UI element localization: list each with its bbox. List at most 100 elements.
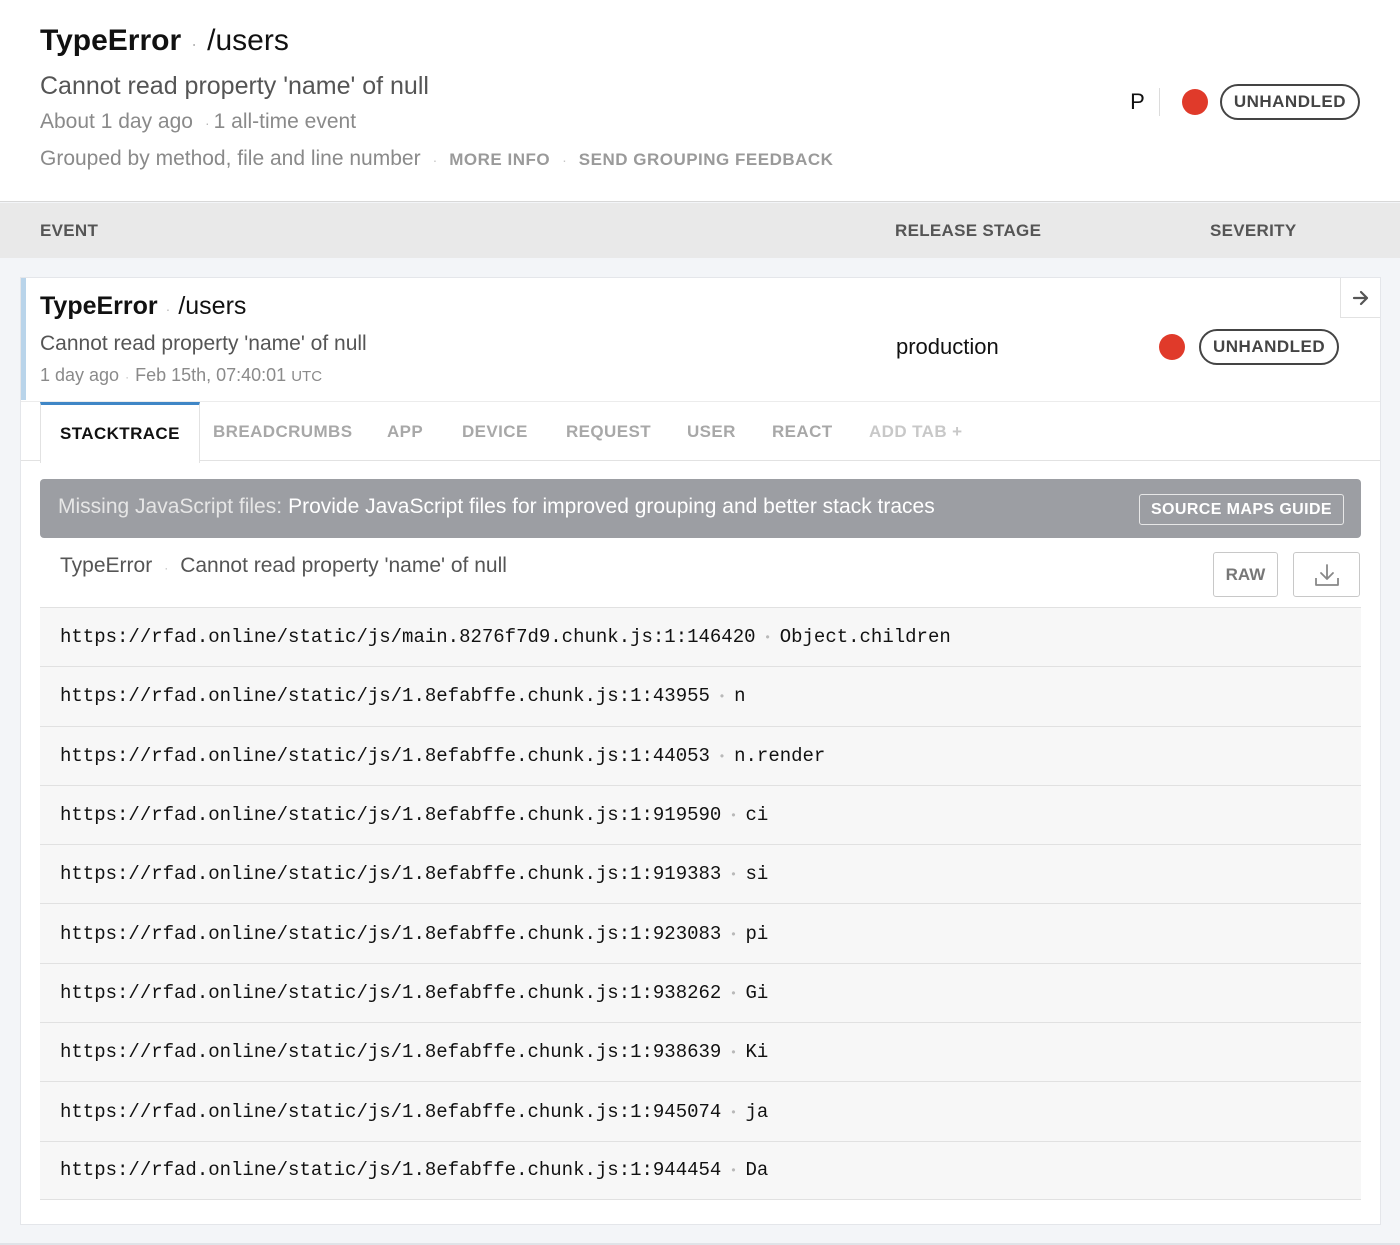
error-message: Cannot read property 'name' of null bbox=[40, 72, 429, 100]
frame-file: https://rfad.online/static/js/1.8efabffe… bbox=[60, 685, 710, 708]
stacktrace-message: Cannot read property 'name' of null bbox=[180, 554, 507, 577]
separator-dot: • bbox=[765, 630, 770, 645]
event-count: 1 all-time event bbox=[213, 110, 357, 133]
event-timestamp: Feb 15th, 07:40:01 bbox=[135, 365, 287, 385]
tab-user[interactable]: USER bbox=[687, 402, 736, 461]
selected-accent-bar bbox=[21, 278, 26, 400]
event-tabs: STACKTRACE BREADCRUMBS APP DEVICE REQUES… bbox=[21, 401, 1380, 463]
tab-breadcrumbs[interactable]: BREADCRUMBS bbox=[213, 402, 352, 461]
stack-frame[interactable]: https://rfad.online/static/js/1.8efabffe… bbox=[40, 844, 1361, 904]
download-icon bbox=[1314, 563, 1339, 586]
stack-frame[interactable]: https://rfad.online/static/js/main.8276f… bbox=[40, 607, 1361, 667]
stack-frames: https://rfad.online/static/js/main.8276f… bbox=[40, 607, 1361, 1200]
banner-heading: Missing JavaScript files: bbox=[58, 495, 283, 518]
stack-frame[interactable]: https://rfad.online/static/js/1.8efabffe… bbox=[40, 725, 1361, 785]
tab-stacktrace[interactable]: STACKTRACE bbox=[40, 402, 200, 463]
frame-file: https://rfad.online/static/js/1.8efabffe… bbox=[60, 922, 722, 945]
priority-indicator[interactable]: P bbox=[1130, 88, 1160, 116]
frame-method: n.render bbox=[734, 744, 826, 767]
tab-add[interactable]: ADD TAB + bbox=[869, 402, 962, 461]
separator-dot: · bbox=[125, 370, 130, 384]
error-header: TypeError · /users Cannot read property … bbox=[0, 0, 1400, 202]
frame-method: Ki bbox=[745, 1041, 769, 1064]
separator-dot: • bbox=[719, 748, 725, 763]
severity-error-icon bbox=[1159, 334, 1185, 360]
frame-file: https://rfad.online/static/js/1.8efabffe… bbox=[60, 1100, 722, 1123]
separator-dot: • bbox=[731, 1163, 736, 1178]
frame-file: https://rfad.online/static/js/1.8efabffe… bbox=[60, 1159, 722, 1182]
stack-frame[interactable]: https://rfad.online/static/js/1.8efabffe… bbox=[40, 962, 1361, 1023]
missing-sourcemaps-banner: Missing JavaScript files: Provide JavaSc… bbox=[40, 479, 1361, 538]
banner-text: Missing JavaScript files: Provide JavaSc… bbox=[58, 495, 935, 519]
separator-dot: • bbox=[719, 689, 725, 704]
frame-file: https://rfad.online/static/js/1.8efabffe… bbox=[60, 1041, 722, 1064]
event-release-stage: production bbox=[896, 334, 999, 359]
tab-react[interactable]: REACT bbox=[772, 402, 833, 461]
grouping-info: Grouped by method, file and line number … bbox=[40, 147, 833, 171]
raw-button[interactable]: RAW bbox=[1213, 552, 1278, 597]
event-context: /users bbox=[178, 292, 247, 320]
banner-description: Provide JavaScript files for improved gr… bbox=[288, 495, 935, 518]
event-time-ago: 1 day ago bbox=[40, 365, 120, 385]
event-message: Cannot read property 'name' of null bbox=[40, 332, 367, 355]
separator-dot: · bbox=[204, 115, 210, 131]
stack-frame[interactable]: https://rfad.online/static/js/1.8efabffe… bbox=[40, 784, 1361, 845]
stacktrace-error-class: TypeError bbox=[60, 554, 153, 577]
source-maps-guide-button[interactable]: SOURCE MAPS GUIDE bbox=[1138, 494, 1344, 525]
separator-dot: • bbox=[731, 808, 736, 823]
stack-frame[interactable]: https://rfad.online/static/js/1.8efabffe… bbox=[40, 1022, 1361, 1082]
error-class: TypeError bbox=[40, 24, 182, 57]
frame-method: n bbox=[734, 685, 746, 708]
event-unhandled-badge: UNHANDLED bbox=[1199, 329, 1340, 365]
column-severity: SEVERITY bbox=[1210, 221, 1297, 240]
tab-app[interactable]: APP bbox=[387, 402, 423, 461]
tab-device[interactable]: DEVICE bbox=[462, 402, 528, 461]
frame-method: si bbox=[745, 863, 769, 886]
column-release-stage: RELEASE STAGE bbox=[895, 221, 1042, 240]
severity-error-icon bbox=[1181, 89, 1208, 115]
stack-frame[interactable]: https://rfad.online/static/js/1.8efabffe… bbox=[40, 1081, 1361, 1141]
separator-dot: • bbox=[731, 926, 736, 941]
error-context: /users bbox=[207, 24, 289, 57]
frame-method: ja bbox=[745, 1100, 769, 1123]
separator-dot: • bbox=[731, 1045, 736, 1060]
event-title: TypeError · /users bbox=[40, 292, 246, 321]
event-timezone: UTC bbox=[291, 368, 323, 385]
stack-frame[interactable]: https://rfad.online/static/js/1.8efabffe… bbox=[40, 1140, 1361, 1200]
stack-frame[interactable]: https://rfad.online/static/js/1.8efabffe… bbox=[40, 666, 1361, 726]
download-button[interactable] bbox=[1293, 552, 1360, 597]
event-meta: 1 day ago · Feb 15th, 07:40:01 UTC bbox=[40, 365, 322, 386]
frame-file: https://rfad.online/static/js/1.8efabffe… bbox=[60, 863, 722, 886]
separator-dot: · bbox=[562, 152, 567, 168]
separator-dot: • bbox=[731, 1104, 736, 1119]
separator-dot: • bbox=[731, 985, 736, 1000]
error-status: P UNHANDLED bbox=[1130, 83, 1360, 121]
event-error-class: TypeError bbox=[40, 292, 158, 320]
separator-dot: · bbox=[164, 561, 169, 575]
separator-dot: · bbox=[191, 34, 198, 54]
frame-method: ci bbox=[745, 804, 769, 827]
separator-dot: · bbox=[432, 152, 438, 168]
error-title: TypeError · /users bbox=[40, 24, 289, 64]
frame-file: https://rfad.online/static/js/main.8276f… bbox=[60, 626, 756, 649]
error-meta: About 1 day ago · 1 all-time event bbox=[40, 110, 356, 134]
stacktrace-summary: TypeError · Cannot read property 'name' … bbox=[60, 554, 507, 578]
send-grouping-feedback-link[interactable]: SEND GROUPING FEEDBACK bbox=[579, 150, 834, 170]
open-event-button[interactable] bbox=[1340, 278, 1380, 318]
arrow-right-icon bbox=[1352, 290, 1368, 305]
events-table-header: EVENT RELEASE STAGE SEVERITY bbox=[0, 203, 1400, 258]
column-event: EVENT bbox=[40, 221, 99, 240]
more-info-link[interactable]: MORE INFO bbox=[449, 150, 550, 170]
tab-request[interactable]: REQUEST bbox=[566, 402, 651, 461]
frame-method: Da bbox=[745, 1159, 769, 1182]
stack-frame[interactable]: https://rfad.online/static/js/1.8efabffe… bbox=[40, 903, 1361, 963]
frame-file: https://rfad.online/static/js/1.8efabffe… bbox=[60, 744, 710, 767]
grouping-text: Grouped by method, file and line number bbox=[40, 147, 421, 170]
unhandled-badge: UNHANDLED bbox=[1219, 84, 1360, 120]
separator-dot: · bbox=[165, 301, 171, 317]
frame-method: pi bbox=[745, 922, 769, 945]
frame-method: Gi bbox=[745, 981, 769, 1004]
frame-file: https://rfad.online/static/js/1.8efabffe… bbox=[60, 981, 722, 1004]
separator-dot: • bbox=[731, 867, 736, 882]
event-severity: UNHANDLED bbox=[1159, 329, 1340, 365]
